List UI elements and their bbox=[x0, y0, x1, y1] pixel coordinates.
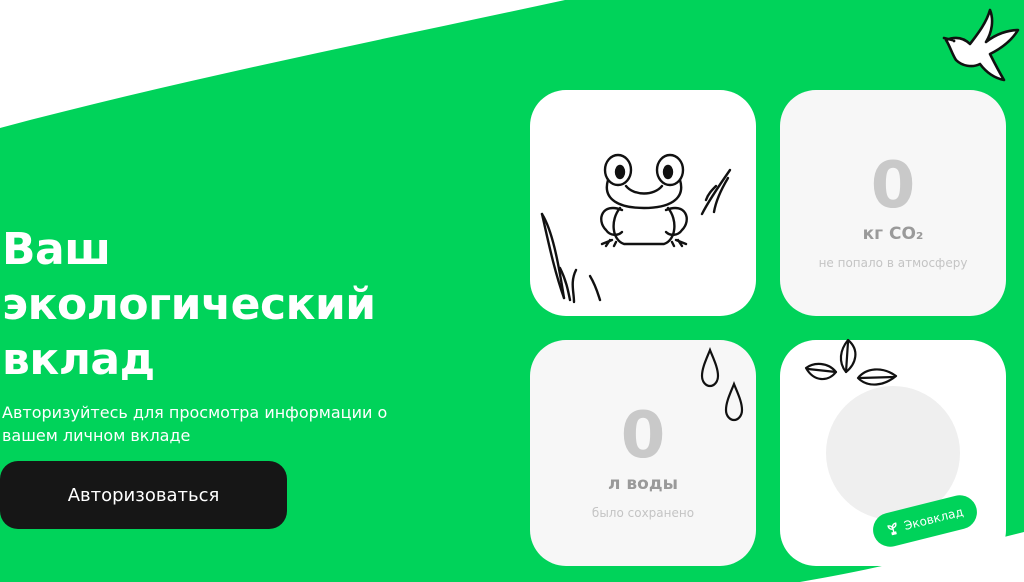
eco-card: Эковклад bbox=[780, 338, 1006, 566]
title-line-3: вклад bbox=[2, 334, 155, 385]
co2-value: 0 bbox=[870, 149, 916, 223]
page-title: Ваш экологический вклад bbox=[2, 222, 422, 387]
water-drops-icon bbox=[700, 347, 744, 422]
hero-subtitle: Авторизуйтесь для просмотра информации о… bbox=[2, 403, 388, 445]
title-line-2: экологический bbox=[2, 279, 376, 330]
water-note: было сохранено bbox=[591, 506, 695, 520]
frog-card bbox=[530, 90, 756, 316]
water-card: 0 л воды было сохранено bbox=[530, 340, 756, 566]
co2-unit: кг CO₂ bbox=[862, 224, 924, 244]
eco-badge-label: Эковклад bbox=[902, 504, 965, 533]
co2-note: не попало в атмосферу bbox=[818, 256, 968, 270]
sprout-icon bbox=[886, 522, 897, 536]
hero-section: Ваш экологический вклад Авторизуйтесь дл… bbox=[2, 222, 422, 447]
co2-card: 0 кг CO₂ не попало в атмосферу bbox=[780, 90, 1006, 316]
title-line-1: Ваш bbox=[2, 224, 111, 275]
frog-grass-illustration bbox=[540, 153, 732, 304]
leaves-illustration bbox=[804, 338, 898, 386]
water-unit: л воды bbox=[608, 474, 678, 494]
authorize-button[interactable]: Авторизоваться bbox=[0, 461, 287, 529]
dove-icon bbox=[942, 8, 1020, 82]
